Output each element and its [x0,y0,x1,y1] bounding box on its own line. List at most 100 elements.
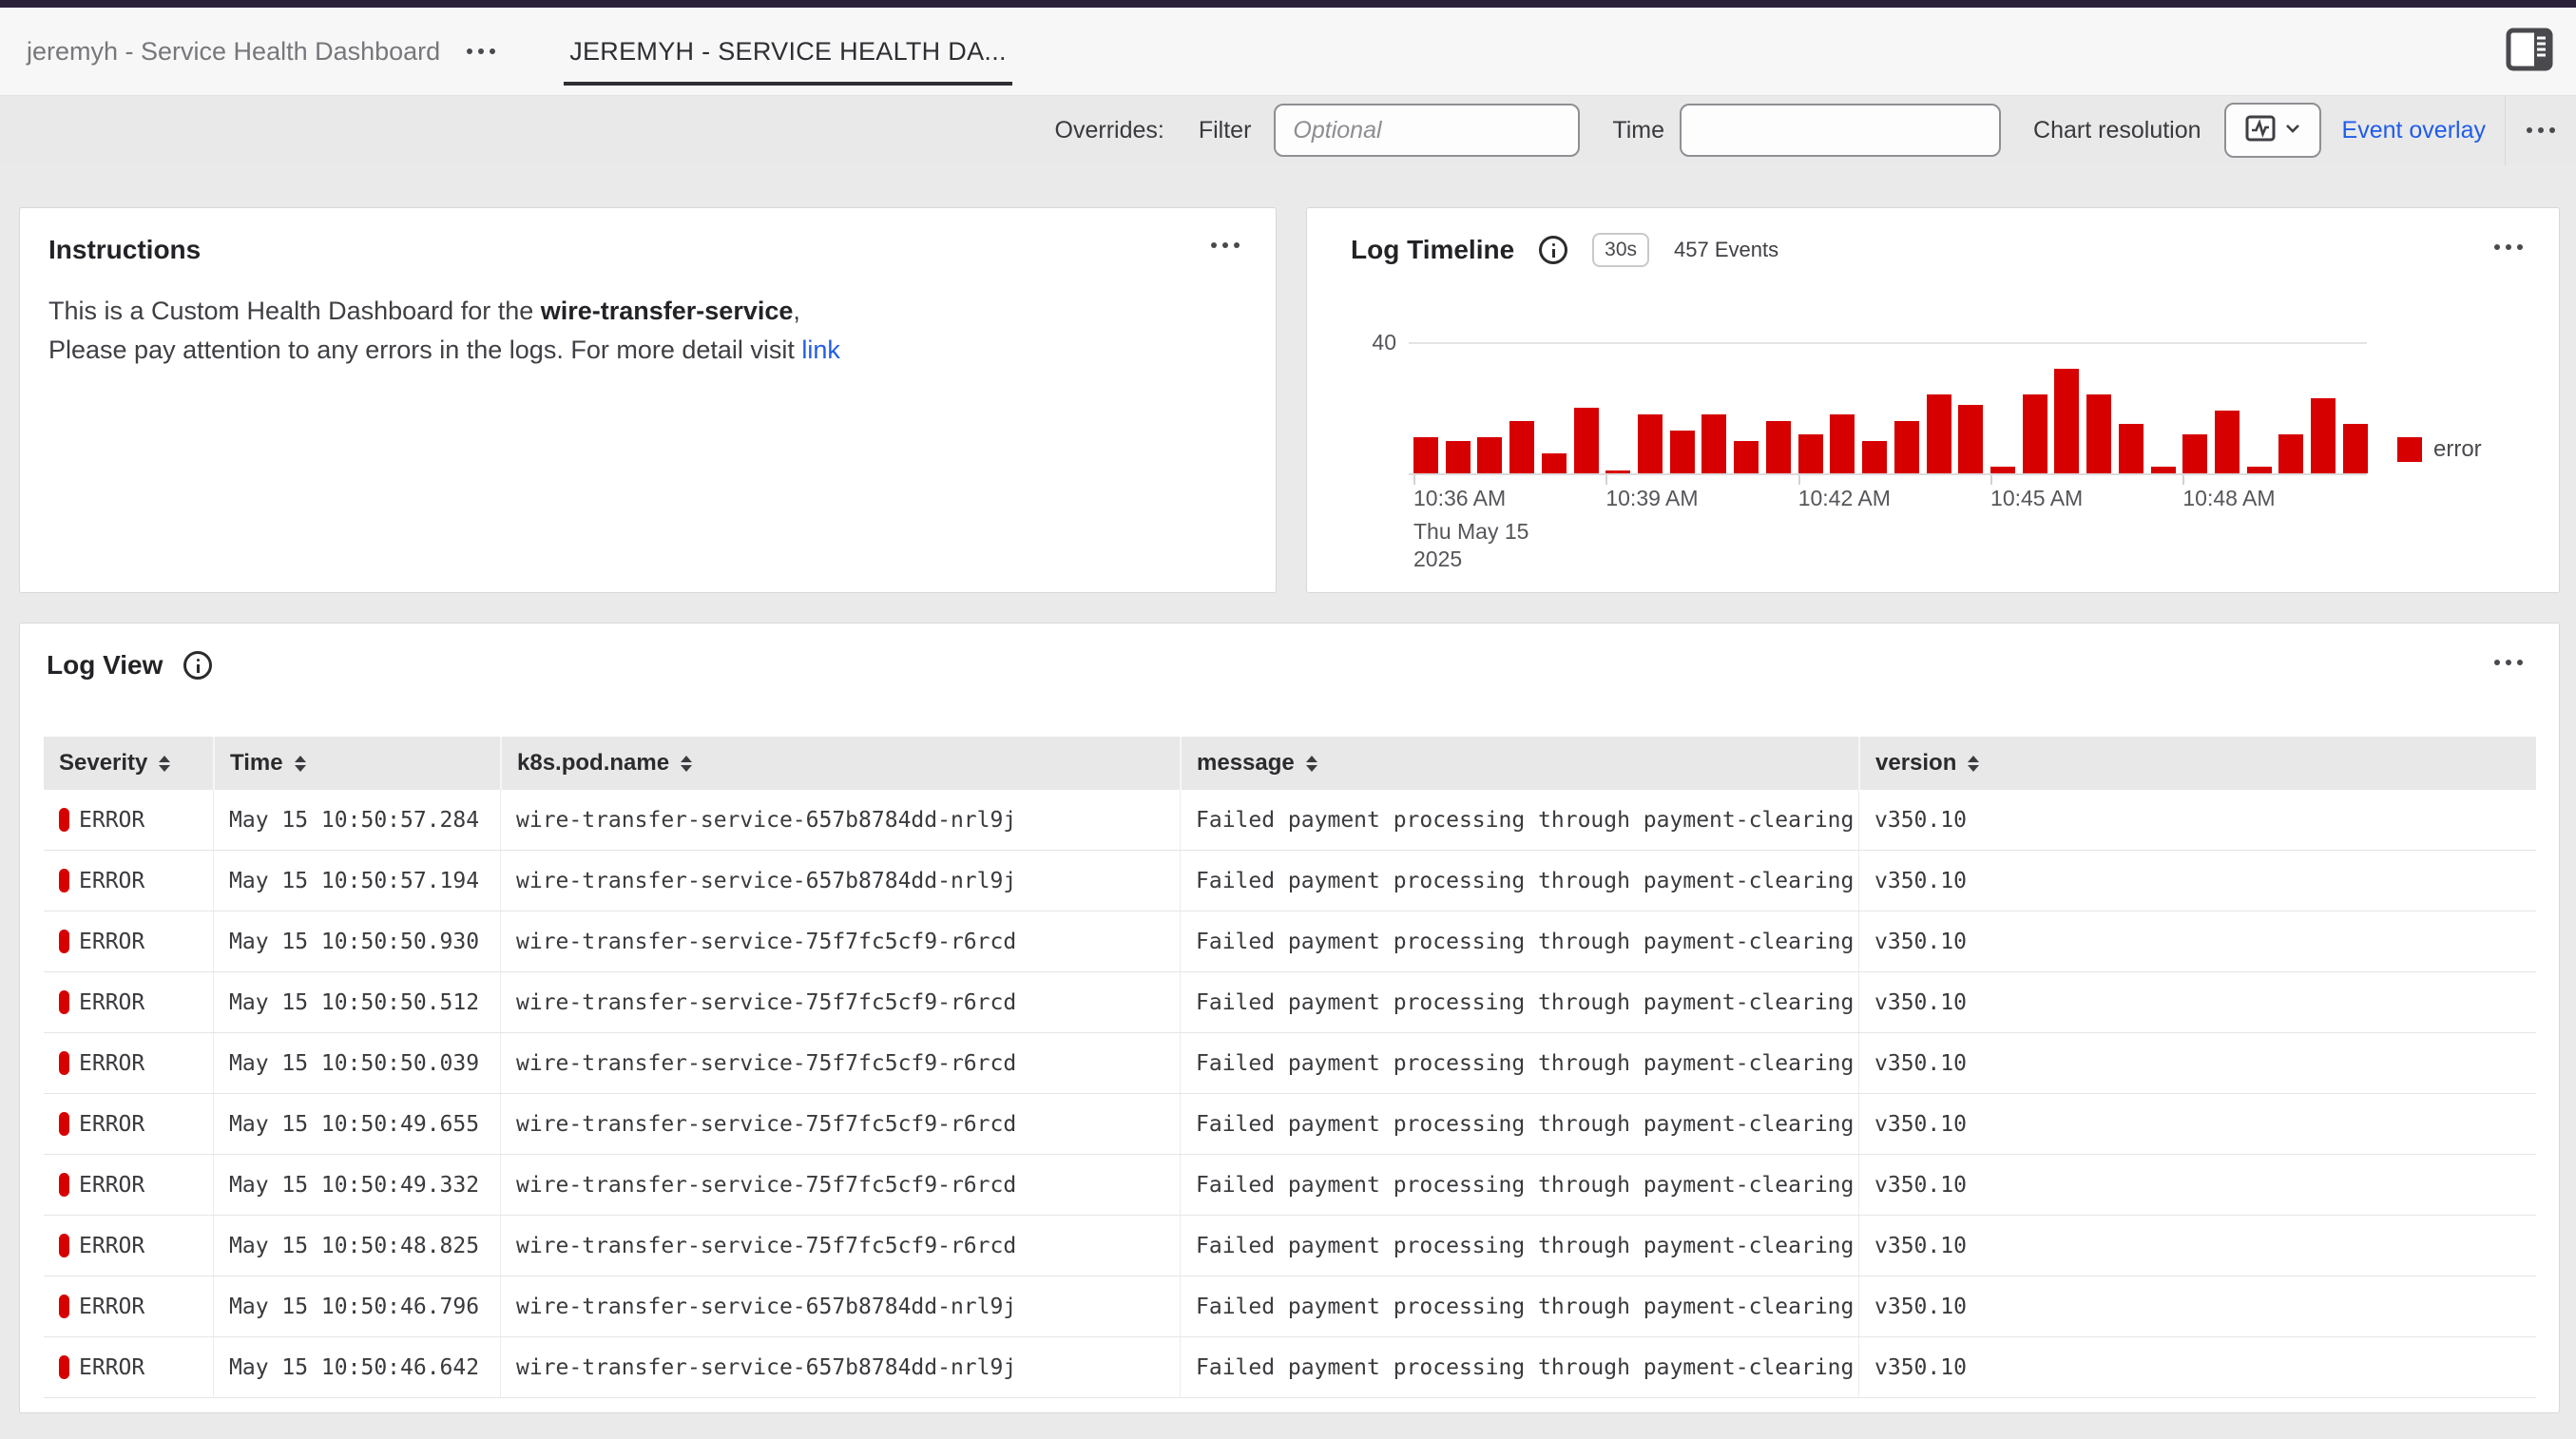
column-header[interactable]: version [1858,737,2536,790]
timeline-bar[interactable] [1798,434,1823,473]
time-value: May 15 10:50:57.194 [213,851,500,911]
browser-top-edge [0,0,2576,8]
timeline-bar[interactable] [1542,453,1567,473]
dashboard-title: jeremyh - Service Health Dashboard [27,37,440,67]
timeline-bars [1413,342,2368,473]
message-value: Failed payment processing through paymen… [1180,972,1858,1032]
timeline-bar[interactable] [1894,421,1919,473]
timeline-bar[interactable] [2311,398,2336,473]
timeline-bar[interactable] [1862,441,1887,474]
severity-value: ERROR [79,1051,144,1076]
log-table-row[interactable]: ERROR May 15 10:50:50.930 wire-transfer-… [44,911,2536,972]
log-table-row[interactable]: ERROR May 15 10:50:48.825 wire-transfer-… [44,1216,2536,1276]
timeline-bar[interactable] [2215,411,2240,473]
x-axis-tick-label: 10:48 AM [2182,486,2275,518]
time-input[interactable] [1680,104,2001,157]
timeline-bar[interactable] [2247,467,2272,473]
version-value: v350.10 [1858,1216,2536,1276]
info-icon[interactable] [1539,236,1567,264]
sort-icon [295,756,306,772]
filter-input[interactable] [1274,104,1580,157]
error-severity-indicator [59,1051,69,1075]
sort-icon [1306,756,1317,772]
timeline-bar[interactable] [1734,441,1759,474]
chart-legend: error [2397,436,2482,463]
message-value: Failed payment processing through paymen… [1180,1033,1858,1093]
message-value: Failed payment processing through paymen… [1180,1337,1858,1397]
detail-link[interactable]: link [801,336,840,364]
timeline-bar[interactable] [2086,394,2111,473]
log-table-row[interactable]: ERROR May 15 10:50:49.332 wire-transfer-… [44,1155,2536,1216]
timeline-bar[interactable] [1701,414,1726,473]
time-value: May 15 10:50:46.642 [213,1337,500,1397]
log-view-more-icon[interactable] [2487,652,2530,673]
info-icon[interactable] [183,651,212,680]
chart-resolution-dropdown[interactable] [2224,103,2321,158]
time-value: May 15 10:50:49.332 [213,1155,500,1215]
timeline-bar[interactable] [2151,467,2176,473]
timeline-bar[interactable] [1766,421,1791,473]
toggle-sidebar-icon[interactable] [2506,28,2553,76]
column-header[interactable]: message [1180,737,1858,790]
timeline-bar[interactable] [1477,437,1502,473]
message-value: Failed payment processing through paymen… [1180,911,1858,971]
log-table-row[interactable]: ERROR May 15 10:50:50.039 wire-transfer-… [44,1033,2536,1094]
severity-value: ERROR [79,869,144,893]
time-value: May 15 10:50:50.039 [213,1033,500,1093]
log-table-row[interactable]: ERROR May 15 10:50:57.284 wire-transfer-… [44,790,2536,851]
timeline-bar[interactable] [1638,414,1663,473]
timeline-bar[interactable] [1830,414,1855,473]
timeline-bar[interactable] [2278,434,2303,473]
chart-resolution-label: Chart resolution [2033,117,2201,144]
log-view-title: Log View [47,650,163,681]
x-tick-time: 10:48 AM [2182,486,2275,511]
time-value: May 15 10:50:49.655 [213,1094,500,1154]
event-overlay-link[interactable]: Event overlay [2342,117,2486,144]
severity-value: ERROR [79,990,144,1015]
log-table-row[interactable]: ERROR May 15 10:50:57.194 wire-transfer-… [44,851,2536,911]
timeline-bar[interactable] [1958,405,1983,473]
log-timeline-title: Log Timeline [1351,235,1514,265]
column-label: Time [230,750,283,777]
log-table-row[interactable]: ERROR May 15 10:50:46.796 wire-transfer-… [44,1276,2536,1337]
version-value: v350.10 [1858,790,2536,850]
log-timeline-more-icon[interactable] [2487,237,2530,258]
instructions-more-icon[interactable] [1203,235,1247,256]
timeline-bar[interactable] [2119,424,2143,473]
timeline-bar[interactable] [2023,394,2047,473]
timeline-bar[interactable] [1670,431,1695,473]
timeline-bar[interactable] [1574,408,1599,473]
timeline-bar[interactable] [2343,424,2368,473]
version-value: v350.10 [1858,1033,2536,1093]
timeline-bar[interactable] [2182,434,2207,473]
timeline-bar[interactable] [1927,394,1951,473]
log-table-row[interactable]: ERROR May 15 10:50:50.512 wire-transfer-… [44,972,2536,1033]
column-header[interactable]: Severity [44,737,213,790]
x-axis-tick-label: 10:36 AM Thu May 152025 [1413,486,1528,573]
x-axis-tick [1413,475,1415,485]
x-tick-time: 10:36 AM [1413,486,1528,511]
version-value: v350.10 [1858,1276,2536,1336]
severity-value: ERROR [79,1173,144,1198]
timeline-bar[interactable] [1509,421,1534,473]
error-severity-indicator [59,1173,69,1197]
message-value: Failed payment processing through paymen… [1180,851,1858,911]
timeline-bar[interactable] [1413,437,1438,473]
timeline-bar[interactable] [1446,441,1471,474]
timeline-bar[interactable] [1990,467,2015,473]
error-severity-indicator [59,990,69,1014]
dashboard-header: jeremyh - Service Health Dashboard JEREM… [0,8,2576,95]
toolbar-more-icon[interactable] [2519,120,2563,141]
log-table-row[interactable]: ERROR May 15 10:50:49.655 wire-transfer-… [44,1094,2536,1155]
dashboard-title-menu-icon[interactable] [459,41,503,62]
overrides-label: Overrides: [1055,117,1164,144]
column-header[interactable]: Time [213,737,500,790]
message-value: Failed payment processing through paymen… [1180,790,1858,850]
error-severity-indicator [59,1112,69,1136]
log-table-row[interactable]: ERROR May 15 10:50:46.642 wire-transfer-… [44,1337,2536,1398]
dashboard-tab[interactable]: JEREMYH - SERVICE HEALTH DA... [564,18,1012,86]
column-header[interactable]: k8s.pod.name [500,737,1180,790]
log-timeline-panel: Log Timeline 30s 457 Events 40 10:36 AM … [1306,207,2560,593]
timeline-bar[interactable] [2054,369,2079,473]
instructions-text: This is a Custom Health Dashboard for th… [48,292,1247,370]
